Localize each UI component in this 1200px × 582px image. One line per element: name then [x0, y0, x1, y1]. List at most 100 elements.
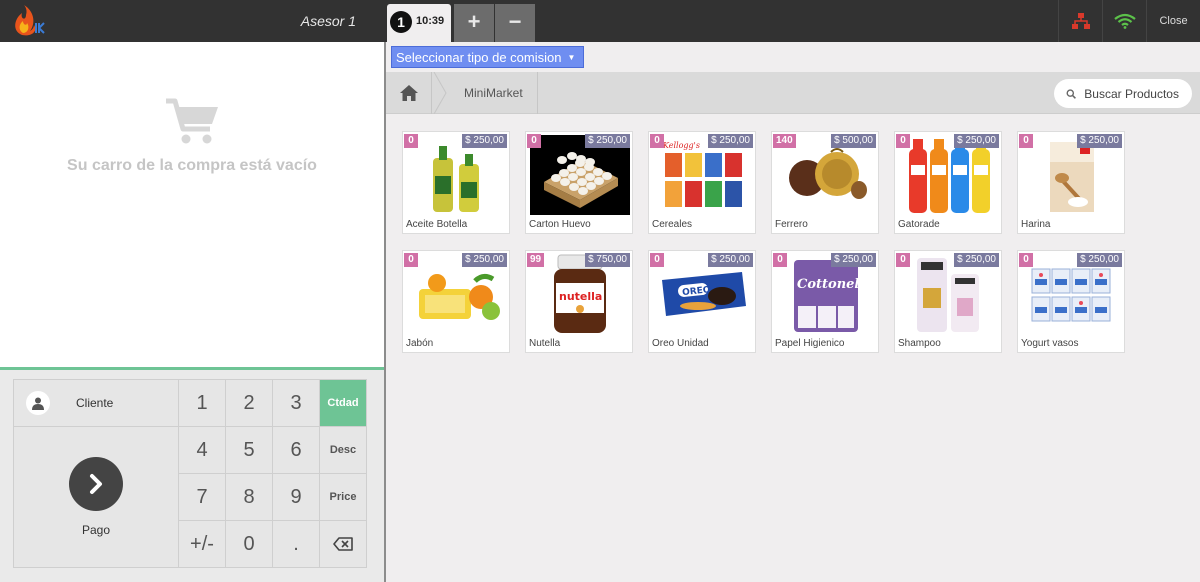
- product-card[interactable]: OREO 0 $ 250,00 Oreo Unidad: [648, 250, 756, 353]
- seller-name: Asesor 1: [300, 13, 356, 29]
- product-card[interactable]: 0 $ 250,00 Shampoo: [894, 250, 1002, 353]
- order-number: 1: [390, 11, 412, 33]
- order-time: 10:39: [416, 15, 445, 27]
- numpad-key-9[interactable]: 9: [273, 474, 320, 521]
- network-icon: [1071, 13, 1090, 29]
- stock-badge: 0: [650, 253, 664, 267]
- stock-badge: 0: [650, 134, 664, 148]
- top-bar: Asesor 1 1 10:39 + − Close: [0, 0, 1200, 42]
- backspace-button[interactable]: [320, 521, 367, 568]
- product-name: Gatorade: [898, 219, 940, 230]
- product-card[interactable]: nutella 99 $ 750,00 Nutella: [525, 250, 633, 353]
- home-icon: [399, 85, 418, 101]
- numpad-key-6[interactable]: 6: [273, 427, 320, 474]
- price-mode-button[interactable]: Price: [320, 474, 367, 521]
- product-name: Oreo Unidad: [652, 338, 709, 349]
- stock-badge: 0: [527, 134, 541, 148]
- product-name: Aceite Botella: [406, 219, 468, 230]
- stock-badge: 0: [896, 134, 910, 148]
- app-logo: [8, 3, 58, 39]
- network-button[interactable]: [1058, 0, 1102, 42]
- stock-badge: 140: [773, 134, 796, 148]
- numpad-key-0[interactable]: 0: [226, 521, 273, 568]
- stock-badge: 0: [404, 134, 418, 148]
- home-button[interactable]: [386, 72, 432, 114]
- client-label: Cliente: [76, 396, 114, 410]
- product-card[interactable]: 0 $ 250,00 Gatorade: [894, 131, 1002, 234]
- wifi-icon: [1113, 13, 1136, 29]
- pay-button[interactable]: Pago: [14, 427, 179, 568]
- quantity-mode-button[interactable]: Ctdad: [320, 380, 367, 427]
- product-card[interactable]: 0 $ 250,00 Aceite Botella: [402, 131, 510, 234]
- numpad-key-1[interactable]: 1: [179, 380, 226, 427]
- product-card[interactable]: 0 $ 250,00 Yogurt vasos: [1017, 250, 1125, 353]
- numpad-key-7[interactable]: 7: [179, 474, 226, 521]
- price-badge: $ 250,00: [708, 253, 753, 267]
- remove-order-button[interactable]: −: [495, 4, 535, 42]
- client-button[interactable]: Cliente: [14, 380, 179, 427]
- price-badge: $ 250,00: [462, 253, 507, 267]
- price-badge: $ 250,00: [954, 134, 999, 148]
- user-icon: [26, 391, 50, 415]
- numpad-key-8[interactable]: 8: [226, 474, 273, 521]
- product-name: Ferrero: [775, 219, 808, 230]
- numpad-key-sign[interactable]: +/-: [179, 521, 226, 568]
- product-name: Jabón: [406, 338, 434, 349]
- close-button[interactable]: Close: [1146, 0, 1200, 42]
- numpad-key-3[interactable]: 3: [273, 380, 320, 427]
- discount-mode-button[interactable]: Desc: [320, 427, 367, 474]
- product-card[interactable]: Kellogg's 0 $ 250,00 Cereales: [648, 131, 756, 234]
- numpad-key-decimal[interactable]: .: [273, 521, 320, 568]
- stock-badge: 0: [896, 253, 910, 267]
- panel-divider: [384, 42, 386, 582]
- price-badge: $ 250,00: [585, 134, 630, 148]
- order-tab[interactable]: 1 10:39: [387, 4, 451, 42]
- wifi-button[interactable]: [1102, 0, 1146, 42]
- product-grid: 0 $ 250,00 Aceite Botella 0 $ 250,00 Car…: [402, 131, 1142, 353]
- numpad-key-4[interactable]: 4: [179, 427, 226, 474]
- product-name: Nutella: [529, 338, 561, 349]
- empty-cart: Su carro de la compra está vacío: [0, 97, 384, 175]
- numpad-key-2[interactable]: 2: [226, 380, 273, 427]
- chevron-right-icon: [69, 457, 123, 511]
- product-card[interactable]: 0 $ 250,00 Carton Huevo: [525, 131, 633, 234]
- breadcrumb-separator: [433, 72, 447, 114]
- stock-badge: 0: [1019, 253, 1033, 267]
- product-name: Shampoo: [898, 338, 941, 349]
- search-box[interactable]: [1054, 79, 1192, 108]
- price-badge: $ 250,00: [1077, 134, 1122, 148]
- search-icon: [1066, 88, 1076, 99]
- price-badge: $ 250,00: [831, 253, 876, 267]
- breadcrumb-category[interactable]: MiniMarket: [450, 72, 538, 114]
- product-name: Cereales: [652, 219, 693, 230]
- commission-label: Seleccionar tipo de comision: [396, 50, 562, 65]
- product-card[interactable]: 0 $ 250,00 Jabón: [402, 250, 510, 353]
- breadcrumb: MiniMarket: [386, 72, 1200, 114]
- caret-down-icon: ▼: [567, 53, 576, 62]
- search-input[interactable]: [1084, 86, 1192, 101]
- product-card[interactable]: 140 $ 500,00 Ferrero: [771, 131, 879, 234]
- svg-text:Cottonelle: Cottonelle: [797, 277, 864, 292]
- empty-cart-message: Su carro de la compra está vacío: [67, 157, 317, 174]
- product-name: Yogurt vasos: [1021, 338, 1079, 349]
- price-badge: $ 250,00: [708, 134, 753, 148]
- numpad-key-5[interactable]: 5: [226, 427, 273, 474]
- commission-select[interactable]: Seleccionar tipo de comision ▼: [391, 46, 585, 68]
- numpad: Cliente 1 2 3 Ctdad Pago 4 5 6 Desc 7 8: [13, 379, 367, 568]
- price-badge: $ 250,00: [1077, 253, 1122, 267]
- stock-badge: 0: [773, 253, 787, 267]
- order-panel: Su carro de la compra está vacío Cliente…: [0, 42, 384, 582]
- product-card[interactable]: 0 $ 250,00 Harina: [1017, 131, 1125, 234]
- numpad-area: Cliente 1 2 3 Ctdad Pago 4 5 6 Desc 7 8: [0, 367, 384, 582]
- pay-label: Pago: [81, 523, 111, 537]
- product-name: Papel Higienico: [775, 338, 845, 349]
- stock-badge: 0: [1019, 134, 1033, 148]
- add-order-button[interactable]: +: [454, 4, 494, 42]
- price-badge: $ 250,00: [462, 134, 507, 148]
- product-name: Harina: [1021, 219, 1051, 230]
- product-card[interactable]: Cottonelle 0 $ 250,00 Papel Higienico: [771, 250, 879, 353]
- price-badge: $ 750,00: [585, 253, 630, 267]
- svg-text:Kellogg's: Kellogg's: [662, 141, 700, 150]
- price-badge: $ 250,00: [954, 253, 999, 267]
- shopping-cart-icon: [166, 98, 218, 144]
